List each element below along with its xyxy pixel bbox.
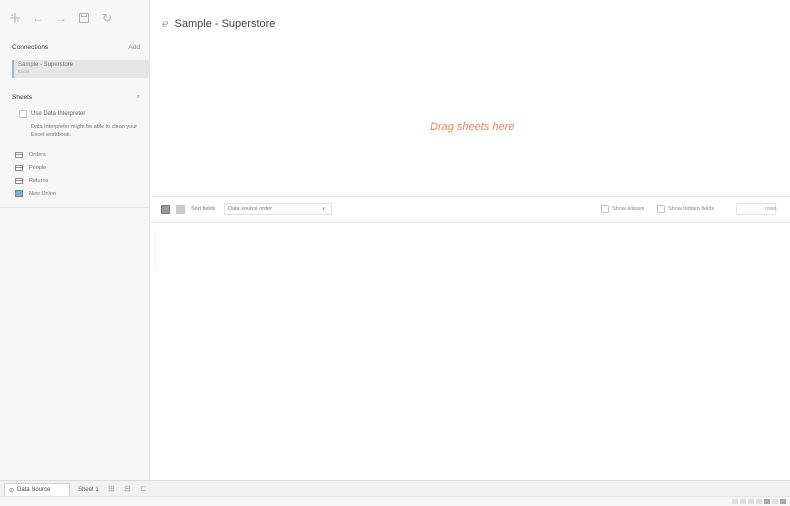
- tab-data-source[interactable]: ⊙ Data Source: [4, 483, 70, 496]
- data-interpreter-description: Data Interpreter might be able to clean …: [31, 124, 138, 138]
- grid-divider: [155, 231, 156, 271]
- tab-sheet-1[interactable]: Sheet 1: [74, 483, 103, 496]
- status-controls: [732, 499, 786, 504]
- show-hidden-fields-option: Show hidden fields: [657, 205, 714, 213]
- datasource-icon: ℯ: [162, 18, 169, 30]
- table-icon: [15, 177, 23, 184]
- new-worksheet-icon[interactable]: ⊞: [108, 484, 115, 493]
- sheets-heading: Sheets: [12, 94, 33, 101]
- table-icon: [15, 164, 23, 171]
- show-aliases-checkbox[interactable]: [601, 205, 609, 213]
- data-source-tab-icon: ⊙: [9, 487, 15, 494]
- sheet-item-label: Orders: [29, 151, 46, 158]
- new-story-icon[interactable]: ⊏: [140, 484, 147, 493]
- top-toolbar: ← → ↻: [8, 10, 114, 26]
- left-sidebar: ← → ↻ Connections Add Sample - Superstor…: [0, 0, 150, 480]
- status-cell: [756, 499, 762, 504]
- forward-icon[interactable]: →: [54, 11, 68, 25]
- add-connection-link[interactable]: Add: [128, 44, 140, 51]
- status-cell: [740, 499, 746, 504]
- save-icon[interactable]: [77, 11, 91, 25]
- data-interpreter-label: Use Data Interpreter: [31, 111, 86, 117]
- status-cell: [732, 499, 738, 504]
- sheets-header: Sheets ⌕: [12, 94, 140, 101]
- sheet-item-new-union[interactable]: New Union: [15, 187, 56, 200]
- sheet-list: Orders People Returns New Union: [15, 148, 56, 200]
- connection-type: Excel: [18, 69, 30, 74]
- sheet-item-label: New Union: [29, 190, 56, 197]
- connections-heading: Connections: [12, 44, 49, 51]
- tile-layout-icon[interactable]: [780, 499, 786, 504]
- status-bar: [0, 496, 790, 506]
- tab-sheet-1-label: Sheet 1: [78, 486, 99, 493]
- grid-view-icon[interactable]: [161, 205, 170, 214]
- show-hidden-fields-label: Show hidden fields: [668, 206, 715, 212]
- data-interpreter-checkbox[interactable]: [19, 110, 27, 118]
- rows-label: rows: [765, 206, 777, 212]
- list-layout-icon[interactable]: [772, 499, 778, 504]
- show-aliases-option: Show aliases: [601, 205, 644, 213]
- sheet-item-orders[interactable]: Orders: [15, 148, 56, 161]
- datasource-title[interactable]: Sample - Superstore: [175, 18, 276, 30]
- data-grid-toolbar: Sort fields Data source order ▾ Show ali…: [151, 196, 790, 223]
- drag-sheets-hint: Drag sheets here: [430, 121, 515, 133]
- refresh-icon[interactable]: ↻: [100, 11, 114, 25]
- union-icon: [15, 190, 23, 197]
- tab-data-source-label: Data Source: [17, 487, 51, 493]
- join-canvas[interactable]: [151, 40, 790, 196]
- table-icon: [15, 151, 23, 158]
- search-sheets-icon[interactable]: ⌕: [137, 94, 140, 101]
- connection-name: Sample - Superstore: [18, 62, 74, 68]
- status-cell: [748, 499, 754, 504]
- datasource-title-bar: ℯ Sample - Superstore: [162, 17, 276, 31]
- sidebar-divider: [0, 207, 150, 208]
- connection-item-superstore[interactable]: Sample - Superstore Excel: [12, 60, 150, 78]
- chevron-down-icon: ▾: [322, 206, 325, 212]
- sort-fields-select[interactable]: Data source order ▾: [224, 203, 332, 215]
- new-dashboard-icon[interactable]: ⊟: [124, 484, 131, 493]
- list-view-icon[interactable]: [176, 205, 185, 214]
- sort-fields-value: Data source order: [228, 206, 273, 212]
- sheet-item-label: People: [29, 164, 47, 171]
- show-aliases-label: Show aliases: [612, 206, 645, 212]
- bottom-tab-bar: ⊙ Data Source Sheet 1 ⊞ ⊟ ⊏: [0, 480, 790, 496]
- sort-fields-label: Sort fields: [191, 206, 216, 212]
- show-hidden-fields-checkbox[interactable]: [657, 205, 665, 213]
- tableau-logo-icon[interactable]: [8, 11, 22, 25]
- data-interpreter-option: Use Data Interpreter: [19, 110, 85, 118]
- back-icon[interactable]: ←: [31, 11, 45, 25]
- sheet-item-returns[interactable]: Returns: [15, 174, 56, 187]
- sheet-item-label: Returns: [29, 177, 49, 184]
- data-grid[interactable]: [151, 223, 790, 480]
- grid-layout-icon[interactable]: [764, 499, 770, 504]
- sheet-item-people[interactable]: People: [15, 161, 56, 174]
- connections-header: Connections Add: [12, 44, 140, 51]
